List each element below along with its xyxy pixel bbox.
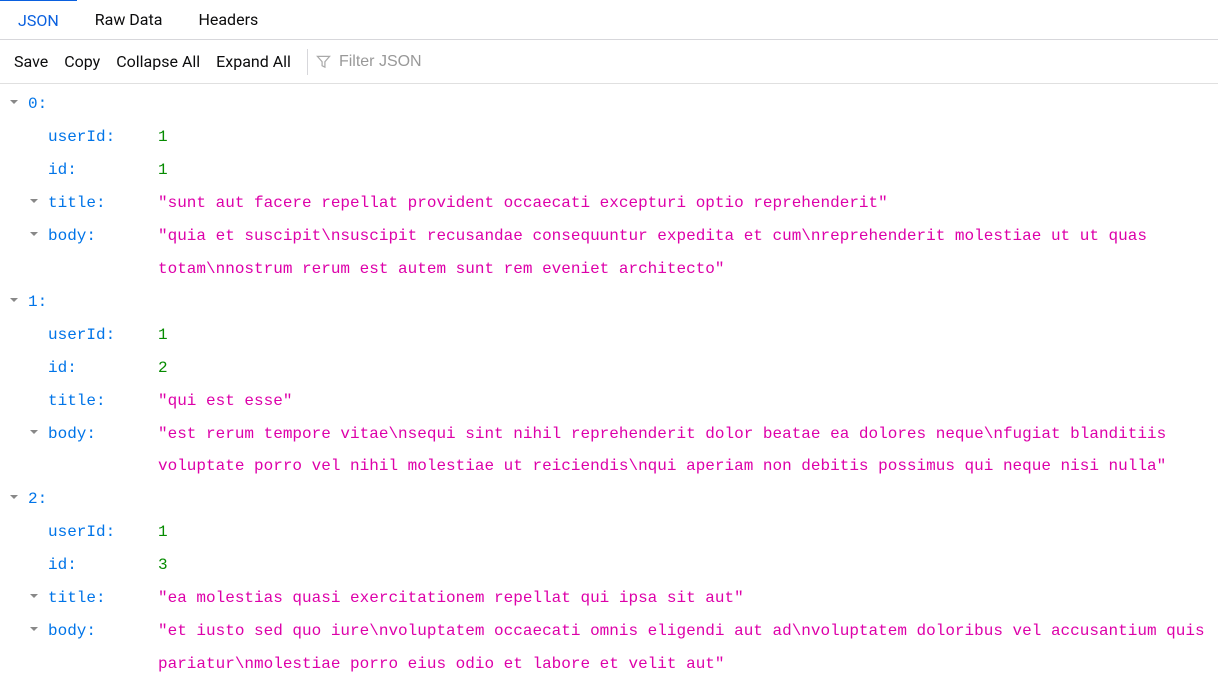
- colon: :: [38, 88, 48, 121]
- tree-row: id:2: [8, 352, 1210, 385]
- expand-toggle-icon[interactable]: [8, 96, 24, 112]
- value-number[interactable]: 1: [158, 121, 168, 154]
- tree-row: id:3: [8, 549, 1210, 582]
- collapse-all-button[interactable]: Collapse All: [116, 52, 200, 71]
- filter-icon: [316, 54, 331, 69]
- value-number[interactable]: 1: [158, 516, 168, 549]
- expand-toggle-icon[interactable]: [8, 294, 24, 310]
- value-string[interactable]: "sunt aut facere repellat provident occa…: [158, 187, 1210, 220]
- tree-row: title:"qui est esse": [8, 385, 1210, 418]
- value-string[interactable]: "qui est esse": [158, 385, 1210, 418]
- expand-toggle-icon[interactable]: [8, 491, 24, 507]
- key-body[interactable]: body:: [48, 418, 158, 451]
- value-string[interactable]: "ea molestias quasi exercitationem repel…: [158, 582, 1210, 615]
- tree-row: userId:1: [8, 516, 1210, 549]
- value-number[interactable]: 1: [158, 154, 168, 187]
- tab-json[interactable]: JSON: [0, 0, 77, 39]
- key-id[interactable]: id:: [48, 154, 158, 187]
- tree-row-index: 1:: [8, 286, 1210, 319]
- json-tree: 0:userId:1id:1title:"sunt aut facere rep…: [0, 84, 1218, 689]
- value-number[interactable]: 3: [158, 549, 168, 582]
- tree-row-index: 2:: [8, 483, 1210, 516]
- key-title[interactable]: title:: [48, 187, 158, 220]
- expand-toggle-icon[interactable]: [28, 426, 44, 442]
- colon: :: [38, 483, 48, 516]
- copy-button[interactable]: Copy: [64, 52, 100, 71]
- expand-toggle-icon[interactable]: [28, 590, 44, 606]
- key-index[interactable]: 1: [28, 286, 38, 319]
- tree-row: title:"sunt aut facere repellat providen…: [8, 187, 1210, 220]
- view-tabs: JSON Raw Data Headers: [0, 0, 1218, 40]
- value-number[interactable]: 1: [158, 319, 168, 352]
- filter-wrap: [307, 49, 539, 75]
- filter-input[interactable]: [339, 53, 539, 71]
- value-number[interactable]: 2: [158, 352, 168, 385]
- key-index[interactable]: 2: [28, 483, 38, 516]
- tree-row: userId:1: [8, 121, 1210, 154]
- tab-headers[interactable]: Headers: [180, 0, 276, 39]
- expand-toggle-icon[interactable]: [28, 623, 44, 639]
- tree-row: title:"ea molestias quasi exercitationem…: [8, 582, 1210, 615]
- key-userid[interactable]: userId:: [48, 121, 158, 154]
- key-id[interactable]: id:: [48, 352, 158, 385]
- key-title[interactable]: title:: [48, 582, 158, 615]
- tree-row-index: 0:: [8, 88, 1210, 121]
- key-userid[interactable]: userId:: [48, 319, 158, 352]
- value-string[interactable]: "et iusto sed quo iure\nvoluptatem occae…: [158, 615, 1210, 681]
- key-userid[interactable]: userId:: [48, 516, 158, 549]
- tree-row: userId:1: [8, 319, 1210, 352]
- tree-row: id:1: [8, 154, 1210, 187]
- key-title[interactable]: title:: [48, 385, 158, 418]
- tab-raw-data[interactable]: Raw Data: [77, 0, 181, 39]
- colon: :: [38, 286, 48, 319]
- key-body[interactable]: body:: [48, 615, 158, 648]
- value-string[interactable]: "est rerum tempore vitae\nsequi sint nih…: [158, 418, 1210, 484]
- key-body[interactable]: body:: [48, 220, 158, 253]
- save-button[interactable]: Save: [14, 52, 48, 71]
- tree-row: body:"et iusto sed quo iure\nvoluptatem …: [8, 615, 1210, 681]
- value-string[interactable]: "quia et suscipit\nsuscipit recusandae c…: [158, 220, 1210, 286]
- expand-toggle-icon[interactable]: [28, 195, 44, 211]
- key-index[interactable]: 0: [28, 88, 38, 121]
- tree-row: body:"quia et suscipit\nsuscipit recusan…: [8, 220, 1210, 286]
- expand-toggle-icon[interactable]: [28, 228, 44, 244]
- toolbar: Save Copy Collapse All Expand All: [0, 40, 1218, 84]
- expand-all-button[interactable]: Expand All: [216, 52, 291, 71]
- key-id[interactable]: id:: [48, 549, 158, 582]
- tree-row: body:"est rerum tempore vitae\nsequi sin…: [8, 418, 1210, 484]
